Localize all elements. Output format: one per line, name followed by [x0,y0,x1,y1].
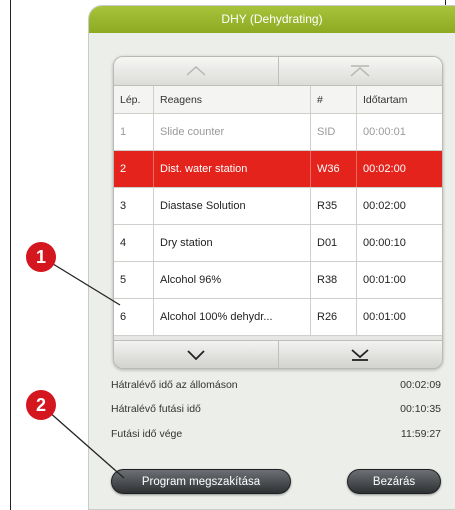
callout-marker-1: 1 [26,242,56,272]
callout-marker-2: 2 [26,390,56,420]
callout-leader-lines [39,255,125,479]
